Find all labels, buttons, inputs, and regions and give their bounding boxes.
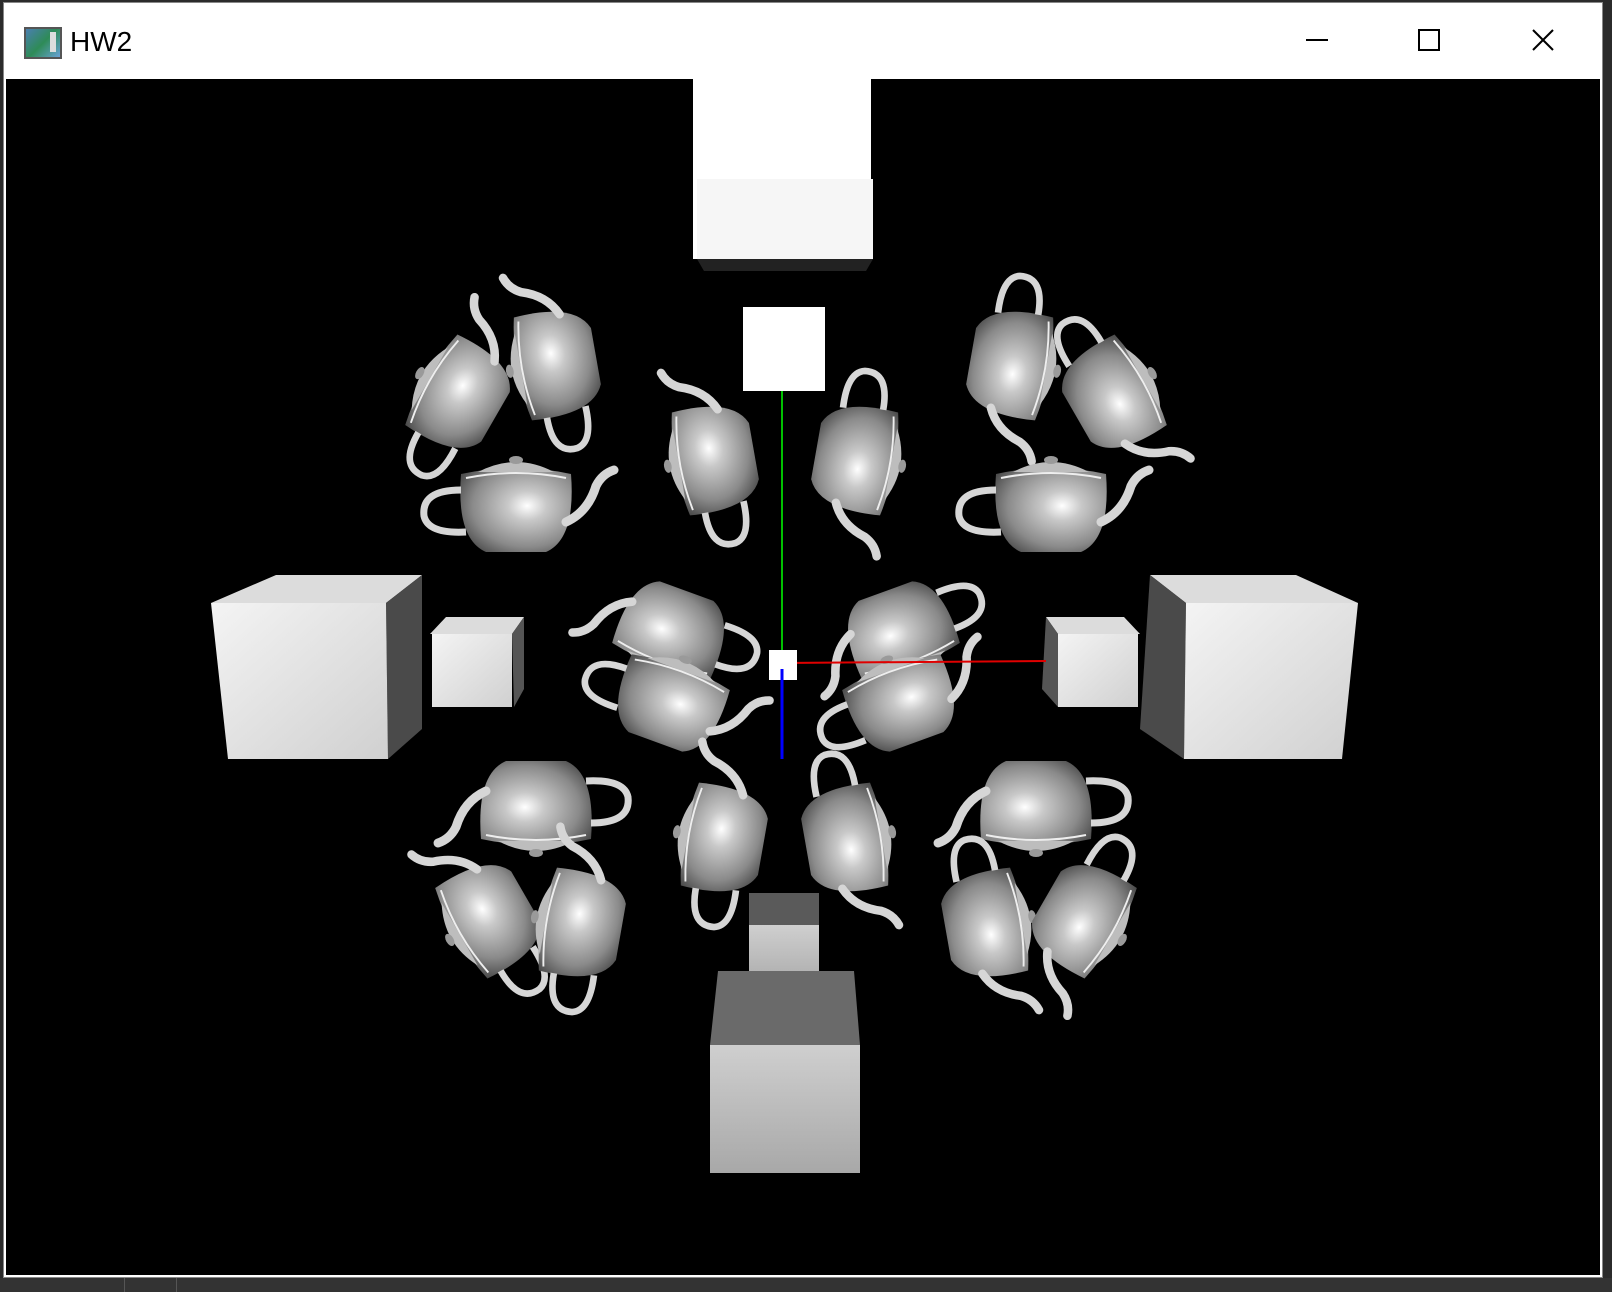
taskbar-strip (0, 1278, 1612, 1292)
app-window: HW2 (3, 2, 1603, 1278)
window-title: HW2 (70, 26, 133, 57)
opengl-viewport[interactable] (6, 79, 1600, 1275)
taskbar-divider (176, 1278, 177, 1292)
top-small-cube (743, 307, 825, 391)
x-axis-line (781, 660, 1047, 664)
teapot-cluster-lower-left (400, 761, 637, 1018)
bottom-large-cube (710, 971, 860, 1173)
opengl-app-icon[interactable] (24, 27, 62, 59)
close-icon (1532, 29, 1554, 51)
taskbar-divider (124, 1278, 125, 1292)
teapot-cluster-upper-left (373, 264, 614, 552)
right-large-cube (1140, 575, 1358, 759)
right-small-cube (1042, 617, 1140, 707)
maximize-icon (1418, 29, 1440, 51)
teapot-cluster-lower-right (931, 761, 1169, 1024)
close-button[interactable] (1488, 3, 1598, 79)
maximize-button[interactable] (1374, 3, 1484, 79)
left-large-cube (211, 575, 422, 759)
title-bar[interactable]: HW2 (4, 3, 1602, 79)
minimize-button[interactable] (1262, 3, 1372, 79)
left-small-cube (430, 617, 524, 707)
scene-canvas (211, 79, 1358, 1173)
minimize-icon (1306, 39, 1328, 41)
top-large-cube (693, 79, 873, 271)
teapot-cluster-upper-right (955, 270, 1202, 552)
